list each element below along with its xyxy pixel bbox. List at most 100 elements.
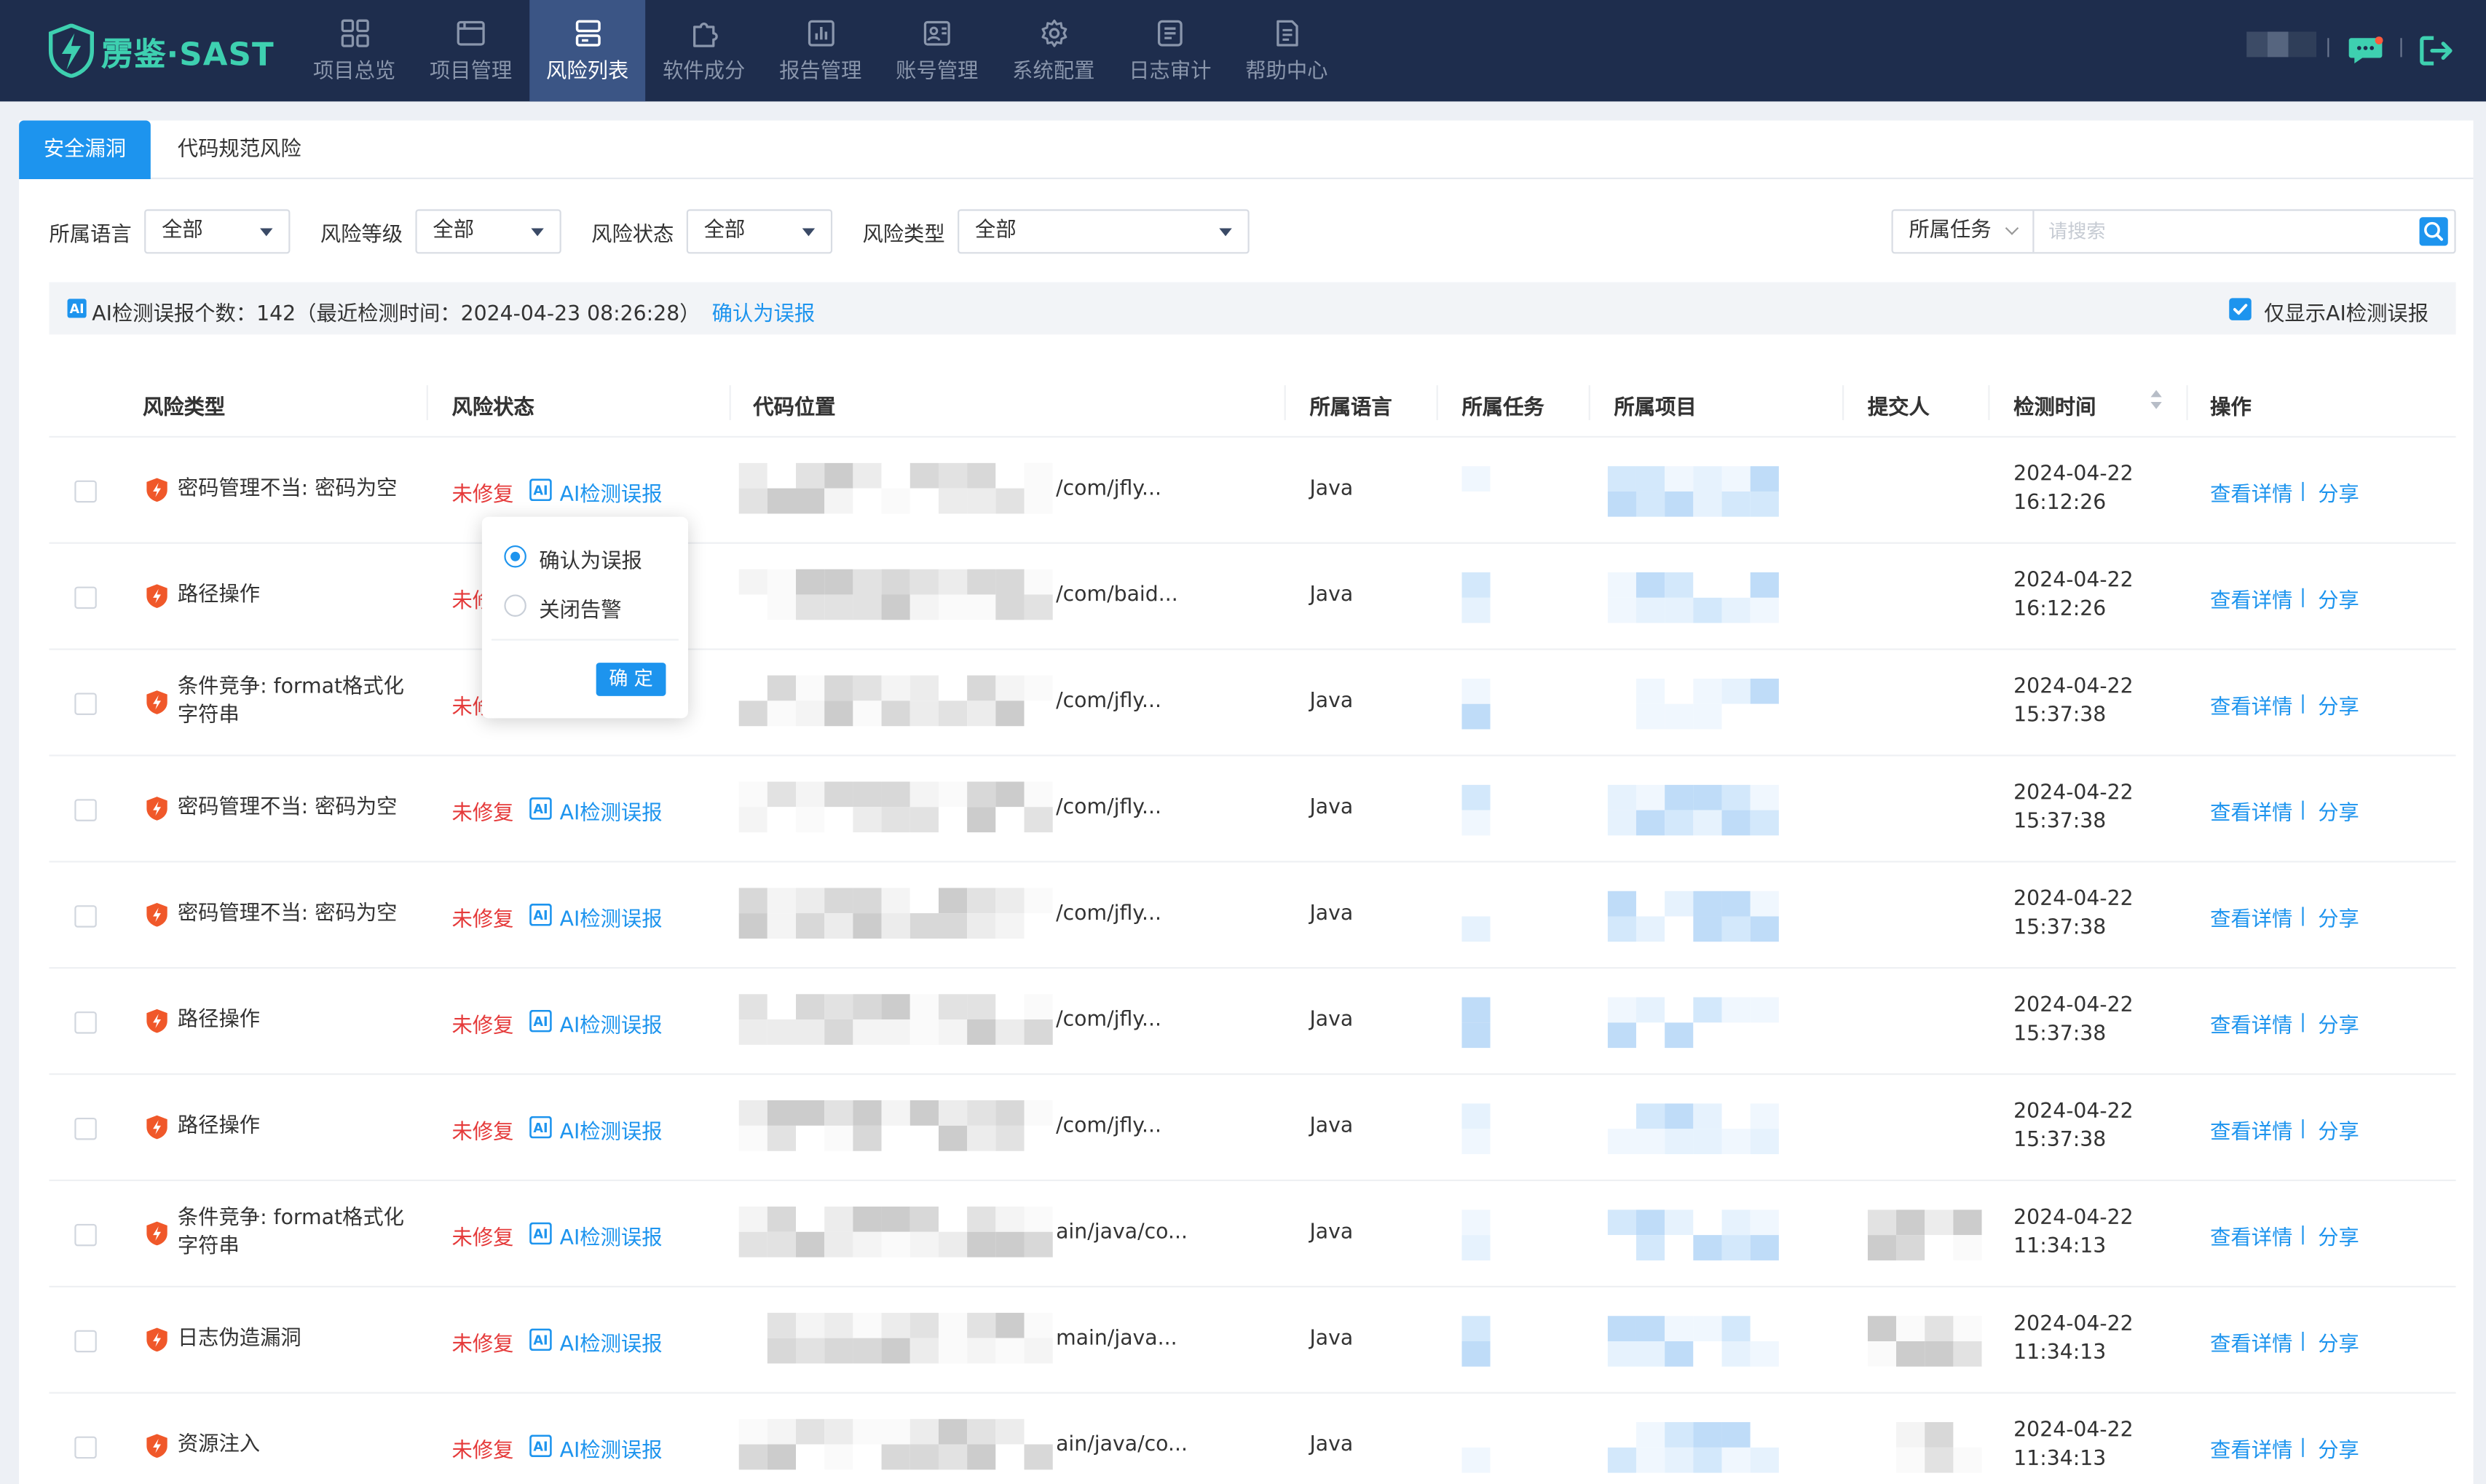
view-details-link[interactable]: 查看详情 [2210,1115,2292,1145]
row-checkbox[interactable] [74,1436,97,1459]
view-details-link[interactable]: 查看详情 [2210,902,2292,933]
ai-false-positive-tag[interactable]: AI检测误报 [560,1221,663,1251]
ai-false-positive-tag[interactable]: AI检测误报 [560,1327,663,1357]
row-checkbox[interactable] [74,692,97,715]
nav-item-2[interactable]: 风险列表 [529,0,646,102]
filter-status-select[interactable]: 全部 [686,209,833,254]
brand-logo[interactable]: 雳鉴·SAST [47,22,274,79]
ai-false-positive-tag[interactable]: AI检测误报 [560,477,663,508]
code-path[interactable]: /com/jfly... [1056,1009,1161,1033]
filter-language-select[interactable]: 全部 [144,209,291,254]
row-checkbox[interactable] [74,1011,97,1034]
view-details-link[interactable]: 查看详情 [2210,477,2292,508]
col-task[interactable]: 所属任务 [1461,390,1544,420]
radio-close-alert[interactable] [504,594,526,617]
confirm-false-positive-link[interactable]: 确认为误报 [712,296,816,327]
code-path[interactable]: ain/java/co... [1056,1221,1188,1245]
col-status[interactable]: 风险状态 [452,390,534,420]
code-path[interactable]: main/java... [1056,1327,1177,1351]
col-language[interactable]: 所属语言 [1309,390,1392,420]
nav-item-label: 账号管理 [896,60,979,84]
code-path[interactable]: ain/java/co... [1056,1433,1188,1457]
ai-false-positive-tag[interactable]: AI检测误报 [560,1009,663,1038]
filter-type-select[interactable]: 全部 [958,209,1250,254]
row-checkbox[interactable] [74,1330,97,1353]
share-link[interactable]: 分享 [2318,477,2359,508]
sort-icon[interactable] [2150,388,2162,410]
view-details-link[interactable]: 查看详情 [2210,1327,2292,1357]
svg-text:AI: AI [70,302,84,317]
row-checkbox[interactable] [74,1117,97,1140]
row-checkbox[interactable] [74,905,97,928]
filter-status-value: 全部 [703,218,746,243]
view-details-link[interactable]: 查看详情 [2210,1433,2292,1464]
shield-alert-icon [146,1327,167,1352]
col-type[interactable]: 风险类型 [143,390,225,420]
share-link[interactable]: 分享 [2318,1009,2359,1038]
col-location[interactable]: 代码位置 [753,390,835,420]
nav-item-1[interactable]: 项目管理 [413,0,529,101]
nav-item-3[interactable]: 软件成分 [646,0,762,101]
table-row[interactable]: 路径操作未修复AIAI检测误报/com/baid...Java2024-04-2… [49,544,2456,650]
share-link[interactable]: 分享 [2318,1327,2359,1357]
table-row[interactable]: 路径操作 未修复 AI AI检测误报/com/jfly... Java 2024-04-2… [49,1075,2456,1182]
share-link[interactable]: 分享 [2318,583,2359,614]
view-details-link[interactable]: 查看详情 [2210,796,2292,826]
user-name-blurred[interactable] [2246,31,2317,58]
logout-icon[interactable] [2420,35,2455,67]
view-details-link[interactable]: 查看详情 [2210,1221,2292,1251]
nav-item-8[interactable]: 帮助中心 [1228,0,1344,101]
ai-false-positive-tag[interactable]: AI检测误报 [560,796,663,826]
col-submitter[interactable]: 提交人 [1868,390,1930,420]
popover-confirm-button[interactable]: 确 定 [596,663,666,696]
ai-false-positive-tag[interactable]: AI检测误报 [560,1433,663,1464]
table-row[interactable]: 条件竞争: format格式化字符串 未修复 AI AI检测误报 ain/java/co… [49,1181,2456,1287]
row-checkbox[interactable] [74,586,97,609]
search-input[interactable] [2048,216,2398,248]
tab-security-vulns[interactable]: 安全漏洞 [19,120,151,180]
view-details-link[interactable]: 查看详情 [2210,583,2292,614]
nav-item-4[interactable]: 报告管理 [762,0,878,101]
code-path[interactable]: /com/jfly... [1056,796,1161,820]
col-project[interactable]: 所属项目 [1614,390,1696,420]
filter-level-select[interactable]: 全部 [415,209,561,254]
table-row[interactable]: 密码管理不当: 密码为空 未修复 AI AI检测误报/com/jfly... Java 2… [49,862,2456,969]
ai-false-positive-tag[interactable]: AI检测误报 [560,902,663,933]
code-path[interactable]: /com/jfly... [1056,477,1161,501]
table-row[interactable]: 条件竞争: format格式化字符串未修复AIAI检测误报/com/jfly..… [49,650,2456,757]
radio-confirm-false-positive[interactable] [504,545,526,568]
table-row[interactable]: 资源注入 未修复 AI AI检测误报 ain/java/co... Java 2024-04… [49,1394,2455,1484]
ai-false-positive-tag[interactable]: AI检测误报 [560,1115,663,1145]
nav-item-7[interactable]: 日志审计 [1112,0,1228,101]
table-row[interactable]: 密码管理不当: 密码为空 未修复 AI AI检测误报/com/jfly... Java 2… [49,757,2456,863]
code-path[interactable]: /com/jfly... [1056,690,1161,714]
message-icon[interactable] [2348,36,2383,65]
row-checkbox[interactable] [74,799,97,821]
risk-type: 条件竞争: format格式化字符串 [177,675,404,728]
share-link[interactable]: 分享 [2318,690,2359,720]
table-row[interactable]: 路径操作 未修复 AI AI检测误报/com/jfly... Java 2024-04-2… [49,968,2456,1075]
share-link[interactable]: 分享 [2318,1221,2359,1251]
row-checkbox[interactable] [74,1223,97,1247]
code-path[interactable]: /com/baid... [1056,583,1178,607]
share-link[interactable]: 分享 [2318,1433,2359,1464]
nav-item-5[interactable]: 账号管理 [879,0,995,101]
table-row[interactable]: 密码管理不当: 密码为空 未修复 AI AI检测误报/com/jfly... Java 2… [49,438,2456,544]
nav-item-0[interactable]: 项目总览 [296,0,412,101]
share-link[interactable]: 分享 [2318,902,2359,933]
language: Java [1309,1114,1354,1139]
col-time[interactable]: 检测时间 [2013,390,2096,420]
view-details-link[interactable]: 查看详情 [2210,690,2292,720]
tab-code-style-risks[interactable]: 代码规范风险 [160,120,319,179]
table-row[interactable]: 日志伪造漏洞 未修复 AI AI检测误报 main/java... Java 2024-04… [49,1287,2456,1394]
checkbox-checked-icon[interactable] [2229,298,2252,320]
nav-item-6[interactable]: 系统配置 [995,0,1111,101]
view-details-link[interactable]: 查看详情 [2210,1009,2292,1038]
search-icon[interactable] [2419,217,2448,246]
code-path[interactable]: /com/jfly... [1056,1115,1161,1139]
task-scope-select[interactable]: 所属任务 [1893,210,2035,253]
code-path[interactable]: /com/jfly... [1056,902,1161,926]
share-link[interactable]: 分享 [2318,796,2359,826]
share-link[interactable]: 分享 [2318,1115,2359,1145]
row-checkbox[interactable] [74,480,97,503]
